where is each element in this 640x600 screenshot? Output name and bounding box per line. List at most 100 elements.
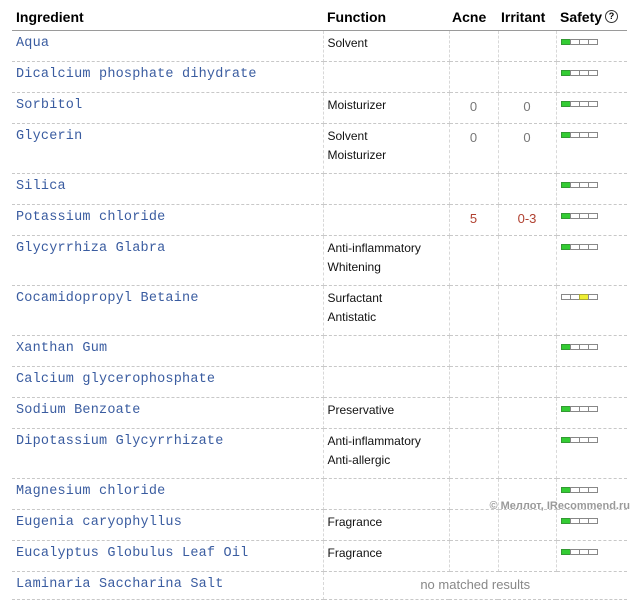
ingredient-cell: Eugenia caryophyllus [12,509,324,541]
safety-meter [560,406,624,412]
safety-meter-segment [587,70,598,76]
safety-meter [560,549,624,555]
irritant-rating [498,30,557,62]
table-row: Calcium glycerophosphate [12,366,627,398]
header-row: Ingredient Function Acne Irritant Safety… [12,4,627,31]
function-cell [323,335,450,367]
safety-cell [556,235,627,286]
acne-rating [449,61,499,93]
safety-meter-segment [587,406,598,412]
ingredient-cell: Xanthan Gum [12,335,324,367]
ingredient-cell: Sorbitol [12,92,324,124]
irritant-rating [498,335,557,367]
safety-meter-segment [587,101,598,107]
ingredient-link[interactable]: Laminaria Saccharina Salt [16,577,224,592]
function-cell: Preservative [323,397,450,429]
table-row: Sodium Benzoate Preservative [12,397,627,429]
safety-cell [556,540,627,572]
irritant-rating [498,428,557,479]
acne-rating [449,540,499,572]
safety-meter-segment [587,294,598,300]
function-label: Solvent [327,129,368,143]
ingredient-link[interactable]: Dicalcium phosphate dihydrate [16,67,257,82]
safety-meter [560,518,624,524]
safety-cell [556,335,627,367]
acne-rating: 5 [449,204,499,236]
ingredient-link[interactable]: Calcium glycerophosphate [16,372,215,387]
irritant-rating: 0-3 [498,204,557,236]
table-row: Eugenia caryophyllus Fragrance [12,509,627,541]
ingredient-link[interactable]: Potassium chloride [16,210,165,225]
acne-rating [449,285,499,336]
ingredient-link[interactable]: Glycerin [16,129,82,144]
ingredient-link[interactable]: Sodium Benzoate [16,403,141,418]
table-row: Dicalcium phosphate dihydrate [12,61,627,93]
header-acne: Acne [449,4,498,31]
header-safety: Safety? [556,4,627,31]
safety-cell [556,173,627,205]
safety-meter-segment [587,213,598,219]
ingredient-cell: Calcium glycerophosphate [12,366,324,398]
function-label: Anti-inflammatory [327,241,421,255]
function-cell [323,478,450,510]
safety-meter [560,213,624,219]
table-row: Glycyrrhiza Glabra Anti-inflammatory White… [12,235,627,286]
ingredient-cell: Glycyrrhiza Glabra [12,235,324,286]
safety-cell [556,61,627,93]
ingredient-link[interactable]: Sorbitol [16,98,82,113]
function-label: Preservative [327,403,395,417]
question-circle-icon[interactable]: ? [605,10,619,23]
function-label: Anti-inflammatory [327,434,421,448]
safety-cell [556,428,627,479]
table-row: Dipotassium Glycyrrhizate Anti-inflammato… [12,428,627,479]
function-label: Moisturizer [327,98,387,112]
acne-rating [449,30,499,62]
ingredient-link[interactable]: Aqua [16,36,49,51]
irritant-rating [498,540,557,572]
safety-cell [556,397,627,429]
ingredient-cell: Glycerin [12,123,324,174]
ingredient-link[interactable]: Eucalyptus Globulus Leaf Oil [16,546,248,561]
table-row: Aqua Solvent [12,30,627,62]
safety-meter [560,39,624,45]
irritant-rating [498,366,557,398]
function-cell: Fragrance [323,509,450,541]
function-cell: Fragrance [323,540,450,572]
safety-cell [556,123,627,174]
function-label: Solvent [327,36,368,50]
table-row: Sorbitol Moisturizer 0 0 [12,92,627,124]
function-cell: Surfactant Antistatic [323,285,450,336]
safety-meter-segment [587,182,598,188]
function-label: Antistatic [327,310,377,324]
function-cell: Solvent [323,30,450,62]
safety-cell [556,204,627,236]
function-label: Fragrance [327,515,383,529]
safety-meter-segment [587,518,598,524]
ingredient-link[interactable]: Eugenia caryophyllus [16,515,182,530]
ingredient-link[interactable]: Dipotassium Glycyrrhizate [16,434,224,449]
function-cell [323,61,450,93]
table-row: Glycerin Solvent Moisturizer 0 0 [12,123,627,174]
ingredient-link[interactable]: Glycyrrhiza Glabra [16,241,165,256]
ingredient-cell: Sodium Benzoate [12,397,324,429]
function-cell: Solvent Moisturizer [323,123,450,174]
acne-rating [449,428,499,479]
table-row: Laminaria Saccharina Salt no matched resu… [12,571,627,600]
ingredient-link[interactable]: Magnesium chloride [16,484,165,499]
safety-meter-segment [587,39,598,45]
ingredient-link[interactable]: Silica [16,179,66,194]
acne-rating [449,366,499,398]
function-label: Whitening [327,260,381,274]
ingredient-link[interactable]: Cocamidopropyl Betaine [16,291,199,306]
function-cell [323,366,450,398]
safety-cell [556,366,627,398]
acne-rating: 0 [449,123,499,174]
ingredient-cell: Potassium chloride [12,204,324,236]
acne-rating [449,509,499,541]
acne-rating: 0 [449,92,499,124]
ingredient-cell: Dicalcium phosphate dihydrate [12,61,324,93]
ingredient-link[interactable]: Xanthan Gum [16,341,107,356]
function-cell [323,173,450,205]
function-label: Fragrance [327,546,383,560]
header-safety-label: Safety [560,9,603,25]
